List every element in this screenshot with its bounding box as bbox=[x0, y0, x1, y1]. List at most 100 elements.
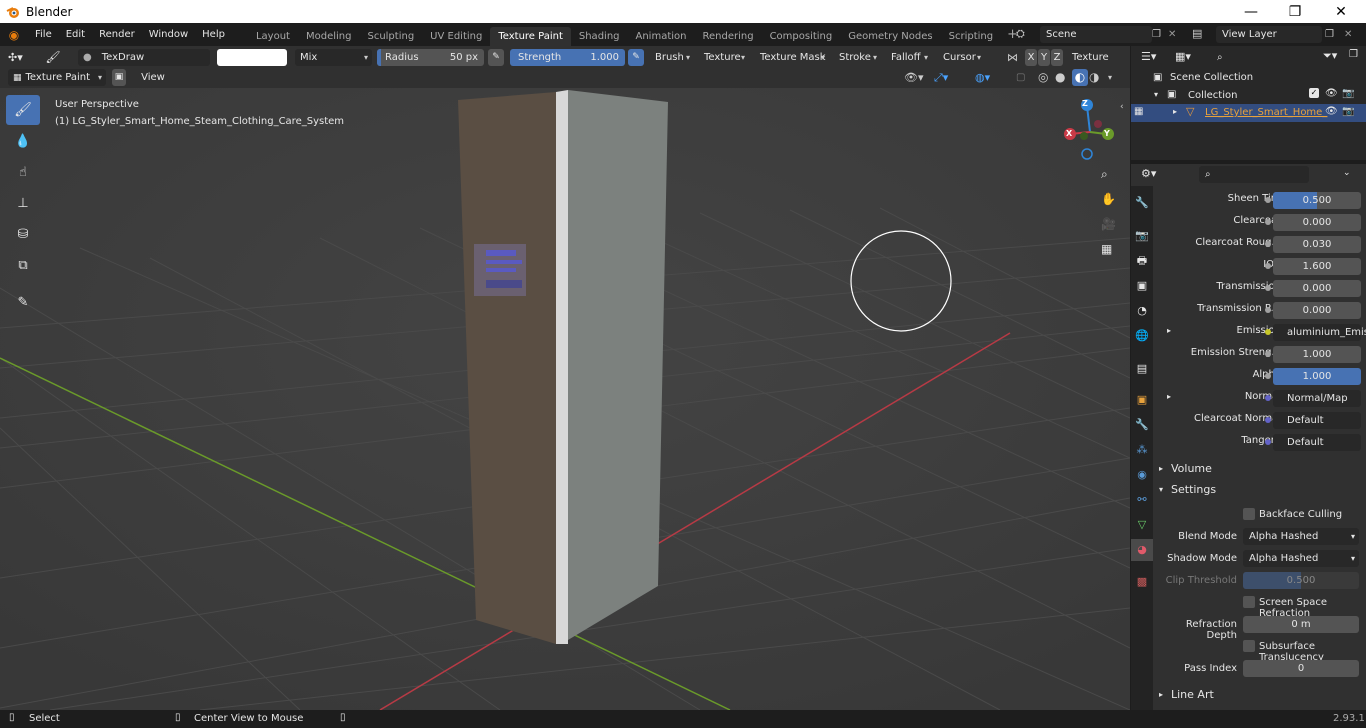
blend-mode-select[interactable]: Alpha Hashed ▾ bbox=[1243, 528, 1359, 545]
falloff-menu[interactable]: Falloff ▾ bbox=[888, 49, 932, 66]
property-value-field[interactable]: 0.500 bbox=[1273, 192, 1361, 209]
rendered-shading-icon[interactable]: ◑ bbox=[1089, 69, 1105, 86]
scene-icon[interactable]: ⛭ bbox=[1016, 27, 1025, 41]
stroke-menu[interactable]: Stroke ▾ bbox=[836, 49, 881, 66]
menu-help[interactable]: Help bbox=[195, 23, 232, 46]
modifier-tab-icon[interactable]: 🔧 bbox=[1135, 418, 1149, 432]
maximize-button[interactable]: ❐ bbox=[1272, 0, 1318, 23]
socket-dot-icon[interactable] bbox=[1265, 285, 1271, 291]
tab-geometry-nodes[interactable]: Geometry Nodes bbox=[840, 27, 940, 46]
property-value-field[interactable]: Normal/Map bbox=[1273, 390, 1361, 407]
outliner-editor-icon[interactable]: ☰▾ bbox=[1141, 50, 1156, 63]
view-menu[interactable]: View bbox=[138, 69, 168, 86]
annotate-tool[interactable]: ✎ bbox=[6, 287, 40, 317]
object-eye-icon[interactable]: 👁 bbox=[1325, 106, 1338, 117]
texture-menu[interactable]: Texture ▾ bbox=[701, 49, 749, 66]
properties-editor-icon[interactable]: ⚙▾ bbox=[1141, 167, 1156, 180]
expand-arrow-icon[interactable]: ▸ bbox=[1167, 392, 1171, 401]
solid-shading-icon[interactable]: ● bbox=[1055, 69, 1071, 86]
view-layer-tab-icon[interactable]: ▣ bbox=[1135, 279, 1149, 293]
brush-name-field[interactable]: ● TexDraw bbox=[78, 49, 210, 66]
menu-file[interactable]: File bbox=[28, 23, 59, 46]
strength-pressure-icon[interactable]: ✎ bbox=[628, 49, 644, 66]
outliner-search-input[interactable]: ⌕ bbox=[1211, 49, 1318, 66]
collection-camera-icon[interactable]: 📷 bbox=[1342, 88, 1354, 99]
gizmo-toggle-icon[interactable]: ⤢▾ bbox=[934, 69, 962, 86]
radius-pressure-icon[interactable]: ✎ bbox=[488, 49, 504, 66]
blend-mode-select[interactable]: Mix ▾ bbox=[295, 49, 372, 66]
strength-field[interactable]: Strength 1.000 bbox=[510, 49, 625, 66]
view-layer-field[interactable]: View Layer bbox=[1216, 26, 1322, 43]
texture-mask-menu[interactable]: Texture Mask ▾ bbox=[757, 49, 829, 66]
socket-dot-icon[interactable] bbox=[1265, 307, 1271, 313]
fill-tool[interactable]: ⛁ bbox=[6, 219, 40, 249]
socket-dot-icon[interactable] bbox=[1265, 417, 1271, 423]
tab-animation[interactable]: Animation bbox=[628, 27, 695, 46]
property-value-field[interactable]: 1.600 bbox=[1273, 258, 1361, 275]
radius-field[interactable]: Radius 50 px bbox=[377, 49, 484, 66]
editor-type-icon[interactable]: ✣▾ bbox=[8, 49, 34, 66]
backface-culling-checkbox[interactable] bbox=[1243, 508, 1255, 520]
pass-index-field[interactable]: 0 bbox=[1243, 660, 1359, 677]
collection-checkbox[interactable]: ✓ bbox=[1309, 88, 1319, 98]
socket-dot-icon[interactable] bbox=[1265, 439, 1271, 445]
socket-dot-icon[interactable] bbox=[1265, 395, 1271, 401]
material-tab-icon[interactable]: ◕ bbox=[1135, 543, 1149, 557]
new-scene-icon[interactable]: ❐ bbox=[1152, 26, 1166, 43]
socket-dot-icon[interactable] bbox=[1265, 241, 1271, 247]
visibility-icon[interactable]: 👁▾ bbox=[904, 69, 930, 86]
remove-view-layer-icon[interactable]: ✕ bbox=[1344, 26, 1352, 43]
camera-icon[interactable]: 🎥 bbox=[1101, 217, 1116, 231]
menu-window[interactable]: Window bbox=[142, 23, 195, 46]
symmetry-y-toggle[interactable]: Y bbox=[1038, 49, 1050, 66]
socket-dot-icon[interactable] bbox=[1265, 351, 1271, 357]
scene-collection-label[interactable]: Scene Collection bbox=[1170, 72, 1253, 83]
collection-label[interactable]: Collection bbox=[1188, 90, 1237, 101]
texture-slots-menu[interactable]: Texture Slots bbox=[1072, 49, 1130, 80]
menu-edit[interactable]: Edit bbox=[59, 23, 92, 46]
property-value-field[interactable]: 1.000 bbox=[1273, 368, 1361, 385]
display-mode-icon[interactable]: ▦▾ bbox=[1175, 50, 1191, 63]
menu-render[interactable]: Render bbox=[92, 23, 142, 46]
tab-rendering[interactable]: Rendering bbox=[694, 27, 761, 46]
cursor-menu[interactable]: Cursor ▾ bbox=[940, 49, 985, 66]
tab-scripting[interactable]: Scripting bbox=[941, 27, 1001, 46]
property-value-field[interactable]: 0.000 bbox=[1273, 214, 1361, 231]
data-tab-icon[interactable]: ▽ bbox=[1135, 518, 1149, 532]
properties-options-icon[interactable]: ⌄ bbox=[1343, 168, 1351, 178]
property-value-field[interactable]: Default bbox=[1273, 412, 1361, 429]
tab-texture-paint[interactable]: Texture Paint bbox=[490, 27, 571, 46]
property-value-field[interactable]: aluminium_Emissive... bbox=[1273, 324, 1366, 341]
socket-dot-icon[interactable] bbox=[1265, 263, 1271, 269]
brush-color-swatch[interactable] bbox=[217, 49, 287, 66]
xray-toggle-icon[interactable]: ▢ bbox=[1016, 69, 1028, 86]
material-shading-icon[interactable]: ◐ bbox=[1072, 69, 1088, 86]
physics-tab-icon[interactable]: ◉ bbox=[1135, 468, 1149, 482]
tab-sculpting[interactable]: Sculpting bbox=[359, 27, 422, 46]
mask-tool[interactable]: ⧉ bbox=[6, 250, 40, 280]
output-tab-icon[interactable]: 🖶 bbox=[1135, 254, 1149, 268]
filter-icon[interactable]: ⏷▾ bbox=[1323, 49, 1337, 63]
scene-field[interactable]: Scene bbox=[1040, 26, 1152, 43]
view-layer-icon[interactable]: ▤ bbox=[1192, 27, 1202, 40]
mode-select[interactable]: ▦ Texture Paint ▾ bbox=[8, 69, 106, 86]
socket-dot-icon[interactable] bbox=[1265, 219, 1271, 225]
collection-eye-icon[interactable]: 👁 bbox=[1325, 88, 1338, 99]
symmetry-x-toggle[interactable]: X bbox=[1025, 49, 1037, 66]
shading-options-icon[interactable]: ▾ bbox=[1108, 69, 1120, 86]
tab-shading[interactable]: Shading bbox=[571, 27, 628, 46]
socket-dot-icon[interactable] bbox=[1265, 373, 1271, 379]
outliner-object-row[interactable]: ▦ ▸ ▽ LG_Styler_Smart_Home_ 👁 📷 bbox=[1131, 104, 1366, 122]
draw-tool[interactable]: 🖌 bbox=[6, 95, 40, 125]
wireframe-shading-icon[interactable]: ◎ bbox=[1038, 69, 1054, 86]
property-value-field[interactable]: 1.000 bbox=[1273, 346, 1361, 363]
volume-section[interactable]: ▸ Volume bbox=[1153, 459, 1366, 479]
tab-modeling[interactable]: Modeling bbox=[298, 27, 360, 46]
expand-arrow-icon[interactable]: ▸ bbox=[1173, 107, 1177, 116]
brush-menu[interactable]: Brush ▾ bbox=[652, 49, 694, 66]
tab-compositing[interactable]: Compositing bbox=[762, 27, 841, 46]
smear-tool[interactable]: ☝ bbox=[6, 157, 40, 187]
socket-dot-icon[interactable] bbox=[1265, 329, 1271, 335]
grid-view-icon[interactable]: ▦ bbox=[1101, 242, 1112, 256]
settings-section[interactable]: ▾ Settings bbox=[1153, 480, 1366, 500]
